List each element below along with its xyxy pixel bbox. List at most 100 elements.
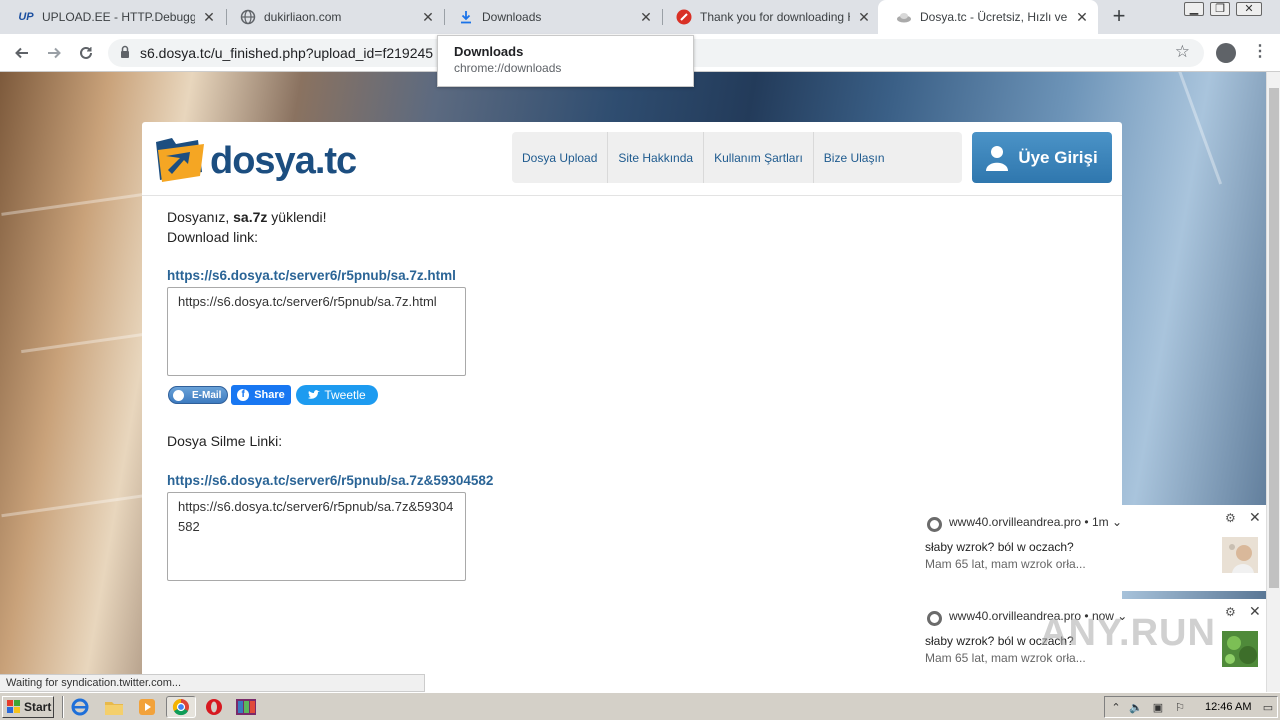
download-icon bbox=[458, 9, 474, 25]
nav-dosya-upload[interactable]: Dosya Upload bbox=[512, 132, 609, 183]
system-tray: ⌃ 🔈 ▣ ⚐ 12:46 AM ▭ bbox=[1104, 696, 1278, 718]
close-icon[interactable]: ✕ bbox=[856, 9, 872, 25]
new-tab-button[interactable]: + bbox=[1106, 5, 1132, 29]
back-button[interactable] bbox=[10, 41, 34, 65]
globe-icon bbox=[240, 9, 256, 25]
facebook-icon: f bbox=[237, 389, 250, 401]
notification-image-icon bbox=[1222, 537, 1258, 573]
taskbar: Start ⌃ 🔈 ▣ ⚐ 12:46 AM ▭ bbox=[0, 692, 1280, 720]
page-scrollbar[interactable] bbox=[1266, 72, 1280, 692]
close-icon[interactable]: ✕ bbox=[638, 9, 654, 25]
start-label: Start bbox=[24, 700, 52, 714]
tab-thank-you[interactable]: Thank you for downloading HTT ✕ bbox=[658, 0, 880, 34]
explorer-folder-icon[interactable] bbox=[104, 697, 124, 717]
status-bar: Waiting for syndication.twitter.com... bbox=[0, 674, 425, 692]
close-icon[interactable]: ✕ bbox=[420, 9, 436, 25]
ie-icon[interactable] bbox=[70, 697, 90, 717]
tab-downloads[interactable]: Downloads ✕ bbox=[440, 0, 662, 34]
twitter-label: Tweetle bbox=[324, 388, 366, 402]
nav-bize-ulasin[interactable]: Bize Ulaşın bbox=[814, 132, 895, 183]
message-suffix: yüklendi! bbox=[267, 209, 327, 225]
tooltip-subtitle: chrome://downloads bbox=[454, 61, 562, 75]
message-prefix: Dosyanız, bbox=[167, 209, 234, 225]
folder-logo-icon bbox=[156, 138, 204, 182]
email-label: E-Mail bbox=[192, 389, 222, 401]
tab-upload-ee[interactable]: UP UPLOAD.EE - HTTP.Debugger.Pr ✕ bbox=[0, 0, 225, 34]
gear-icon[interactable]: ⚙ bbox=[1225, 605, 1236, 619]
facebook-share-button[interactable]: f Share bbox=[231, 385, 291, 405]
site-logo[interactable]: dosya.tc bbox=[154, 134, 357, 184]
network-icon[interactable]: ▣ bbox=[1151, 701, 1165, 715]
reload-button[interactable] bbox=[74, 41, 98, 65]
logo-text: dosya.tc bbox=[210, 140, 357, 182]
anyrun-watermark: ANY.RUN bbox=[1040, 612, 1216, 654]
windows-flag-icon bbox=[7, 700, 20, 713]
nav-site-hakkinda[interactable]: Site Hakkında bbox=[608, 132, 705, 183]
window-close-button[interactable]: ✕ bbox=[1236, 2, 1262, 16]
close-icon[interactable]: ✕ bbox=[201, 9, 217, 25]
notification-body: Mam 65 lat, mam wzrok orła... bbox=[925, 557, 1086, 571]
email-icon bbox=[173, 389, 184, 401]
minimize-button[interactable]: ▁ bbox=[1184, 2, 1204, 16]
volume-icon[interactable]: 🔈 bbox=[1129, 701, 1143, 715]
login-button[interactable]: Üye Girişi bbox=[972, 132, 1112, 183]
chrome-taskbar-icon[interactable] bbox=[166, 696, 196, 718]
browser-menu-icon[interactable]: ⋮ bbox=[1252, 42, 1268, 64]
delete-label: Dosya Silme Linki: bbox=[167, 433, 283, 449]
notification-title: słaby wzrok? ból w oczach? bbox=[925, 540, 1074, 554]
start-button[interactable]: Start bbox=[2, 696, 54, 718]
tab-dukirliaon[interactable]: dukirliaon.com ✕ bbox=[222, 0, 444, 34]
maximize-button[interactable]: ❐ bbox=[1210, 2, 1230, 16]
delete-link-textarea[interactable]: https://s6.dosya.tc/server6/r5pnub/sa.7z… bbox=[167, 492, 466, 581]
clock: 12:46 AM bbox=[1205, 701, 1252, 713]
tooltip-title: Downloads bbox=[454, 44, 524, 59]
tab-tooltip: Downloads chrome://downloads bbox=[437, 35, 694, 87]
nav-kullanim-sartlari[interactable]: Kullanım Şartları bbox=[704, 132, 814, 183]
tab-title: dukirliaon.com bbox=[264, 10, 342, 24]
forward-button[interactable] bbox=[42, 41, 66, 65]
tab-title: UPLOAD.EE - HTTP.Debugger.Pr bbox=[42, 10, 195, 24]
scrollbar-thumb[interactable] bbox=[1269, 88, 1279, 588]
upload-ee-icon: UP bbox=[18, 11, 34, 23]
close-icon[interactable]: ✕ bbox=[1249, 509, 1261, 526]
site-nav: Dosya Upload Site Hakkında Kullanım Şart… bbox=[512, 132, 962, 183]
background-streak bbox=[1167, 72, 1223, 185]
login-label: Üye Girişi bbox=[1018, 147, 1098, 167]
twitter-share-button[interactable]: Tweetle bbox=[296, 385, 378, 405]
taskbar-separator bbox=[62, 696, 64, 718]
tab-title: Thank you for downloading HTT bbox=[700, 10, 850, 24]
download-link-textarea[interactable]: https://s6.dosya.tc/server6/r5pnub/sa.7z… bbox=[167, 287, 466, 376]
tab-strip: UP UPLOAD.EE - HTTP.Debugger.Pr ✕ dukirl… bbox=[0, 0, 1280, 34]
show-desktop-icon[interactable]: ▭ bbox=[1261, 701, 1275, 715]
red-round-icon bbox=[676, 9, 692, 25]
action-center-flag-icon[interactable]: ⚐ bbox=[1173, 701, 1187, 715]
tab-dosya-active[interactable]: Dosya.tc - Ücretsiz, Hızlı ve Kola ✕ bbox=[878, 0, 1098, 34]
user-icon bbox=[986, 145, 1009, 171]
tab-title: Dosya.tc - Ücretsiz, Hızlı ve Kola bbox=[920, 10, 1068, 24]
header-divider bbox=[142, 195, 1122, 196]
tab-title: Downloads bbox=[482, 10, 542, 24]
notification-image-icon bbox=[1222, 631, 1258, 667]
media-player-icon[interactable] bbox=[137, 697, 157, 717]
bookmark-star-icon[interactable]: ☆ bbox=[1175, 42, 1190, 62]
notification-1[interactable]: www40.orvilleandrea.pro • 1m ⌄ ⚙ ✕ słaby… bbox=[915, 505, 1266, 591]
url-text: s6.dosya.tc/u_finished.php?upload_id=f21… bbox=[140, 45, 434, 61]
dosya-icon bbox=[896, 9, 912, 25]
notification-source: www40.orvilleandrea.pro • 1m ⌄ bbox=[949, 515, 1123, 529]
profile-avatar-icon[interactable] bbox=[1216, 43, 1236, 63]
share-buttons: E-Mail f Share Tweetle bbox=[168, 385, 378, 405]
close-icon[interactable]: ✕ bbox=[1249, 603, 1261, 620]
chrome-icon bbox=[927, 611, 942, 626]
opera-icon[interactable] bbox=[204, 697, 224, 717]
chrome-icon bbox=[927, 517, 942, 532]
download-link[interactable]: https://s6.dosya.tc/server6/r5pnub/sa.7z… bbox=[167, 268, 456, 283]
email-share-button[interactable]: E-Mail bbox=[168, 386, 228, 404]
facebook-label: Share bbox=[254, 389, 285, 401]
close-icon[interactable]: ✕ bbox=[1074, 9, 1090, 25]
winrar-icon[interactable] bbox=[235, 697, 256, 717]
gear-icon[interactable]: ⚙ bbox=[1225, 511, 1236, 525]
download-label: Download link: bbox=[167, 229, 259, 245]
delete-link[interactable]: https://s6.dosya.tc/server6/r5pnub/sa.7z… bbox=[167, 473, 493, 488]
tray-expand-icon[interactable]: ⌃ bbox=[1109, 701, 1123, 715]
file-name: sa.7z bbox=[233, 209, 268, 225]
